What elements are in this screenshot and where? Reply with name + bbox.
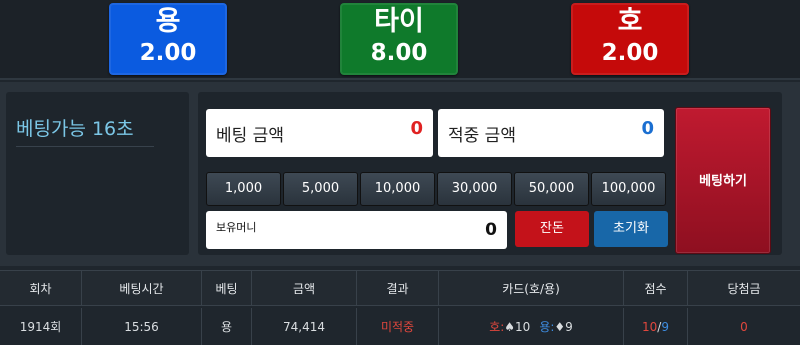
cell-result: 미적중 [357,308,439,345]
header-bet: 베팅 [202,271,252,305]
table-row: 1914회 15:56 용 74,414 미적중 호: ♠10 용: ♦9 10… [0,308,800,345]
cell-payout: 0 [688,308,800,345]
header-score: 점수 [624,271,688,305]
cell-round: 1914회 [0,308,82,345]
odds-bar: 용 2.00 타이 8.00 호 2.00 [0,0,800,80]
header-round: 회차 [0,271,82,305]
tiger-label: 호 [617,6,643,37]
dragon-card-label: 용: [539,320,555,334]
chip-30000-button[interactable]: 30,000 [437,172,512,206]
dragon-bet-button[interactable]: 용 2.00 [109,3,227,75]
tiger-card-value: ♠10 [504,319,531,334]
tie-bet-button[interactable]: 타이 8.00 [340,3,458,75]
win-amount-field: 적중 금액 0 [438,109,664,157]
holding-money-field: 보유머니 0 [206,211,507,249]
bet-history-table: 회차 베팅시간 베팅 금액 결과 카드(호/용) 점수 당첨금 1914회 15… [0,270,800,345]
chip-5000-button[interactable]: 5,000 [283,172,358,206]
dragon-odds: 2.00 [139,40,197,66]
win-amount-label: 적중 금액 [448,126,516,146]
countdown-divider [16,146,154,147]
betting-panel: 베팅가능 16초 베팅 금액 0 적중 금액 0 1,000 5,000 10,… [0,82,800,266]
header-result: 결과 [357,271,439,305]
chip-10000-button[interactable]: 10,000 [360,172,435,206]
table-header: 회차 베팅시간 베팅 금액 결과 카드(호/용) 점수 당첨금 [0,270,800,306]
betting-countdown: 베팅가능 16초 [16,118,134,140]
bet-amount-value: 0 [410,118,423,139]
score-dragon: 9 [661,319,669,334]
change-button[interactable]: 잔돈 [515,211,589,247]
tiger-card-label: 호: [489,320,505,334]
place-bet-button[interactable]: 베팅하기 [675,107,771,254]
header-payout: 당첨금 [727,281,761,296]
holding-money-label: 보유머니 [216,221,257,234]
score-tiger: 10 [642,319,658,334]
tiger-odds: 2.00 [601,40,659,66]
cell-bet: 용 [202,308,252,345]
countdown-box: 베팅가능 16초 [6,92,189,255]
cell-score: 10 / 9 [624,308,688,345]
tie-odds: 8.00 [370,40,428,66]
tiger-bet-button[interactable]: 호 2.00 [571,3,689,75]
cell-cards: 호: ♠10 용: ♦9 [439,308,624,345]
header-cards: 카드(호/용) [439,271,624,305]
dragon-label: 용 [155,6,181,37]
result-text: 미적중 [380,320,415,334]
payout-value: 0 [740,319,748,334]
header-amount: 금액 [252,271,357,305]
win-amount-value: 0 [641,118,654,139]
reset-button[interactable]: 초기화 [594,211,668,247]
dragon-card-value: ♦9 [554,319,573,334]
bet-controls: 베팅 금액 0 적중 금액 0 1,000 5,000 10,000 30,00… [198,92,782,255]
cell-amount: 74,414 [252,308,357,345]
holding-money-value: 0 [485,220,497,240]
chip-50000-button[interactable]: 50,000 [514,172,589,206]
cell-bet-time: 15:56 [82,308,202,345]
tie-label: 타이 [374,6,424,37]
bet-amount-label: 베팅 금액 [216,126,284,146]
header-bet-time: 베팅시간 [82,271,202,305]
chip-1000-button[interactable]: 1,000 [206,172,281,206]
bet-amount-field: 베팅 금액 0 [206,109,433,157]
chip-100000-button[interactable]: 100,000 [591,172,666,206]
